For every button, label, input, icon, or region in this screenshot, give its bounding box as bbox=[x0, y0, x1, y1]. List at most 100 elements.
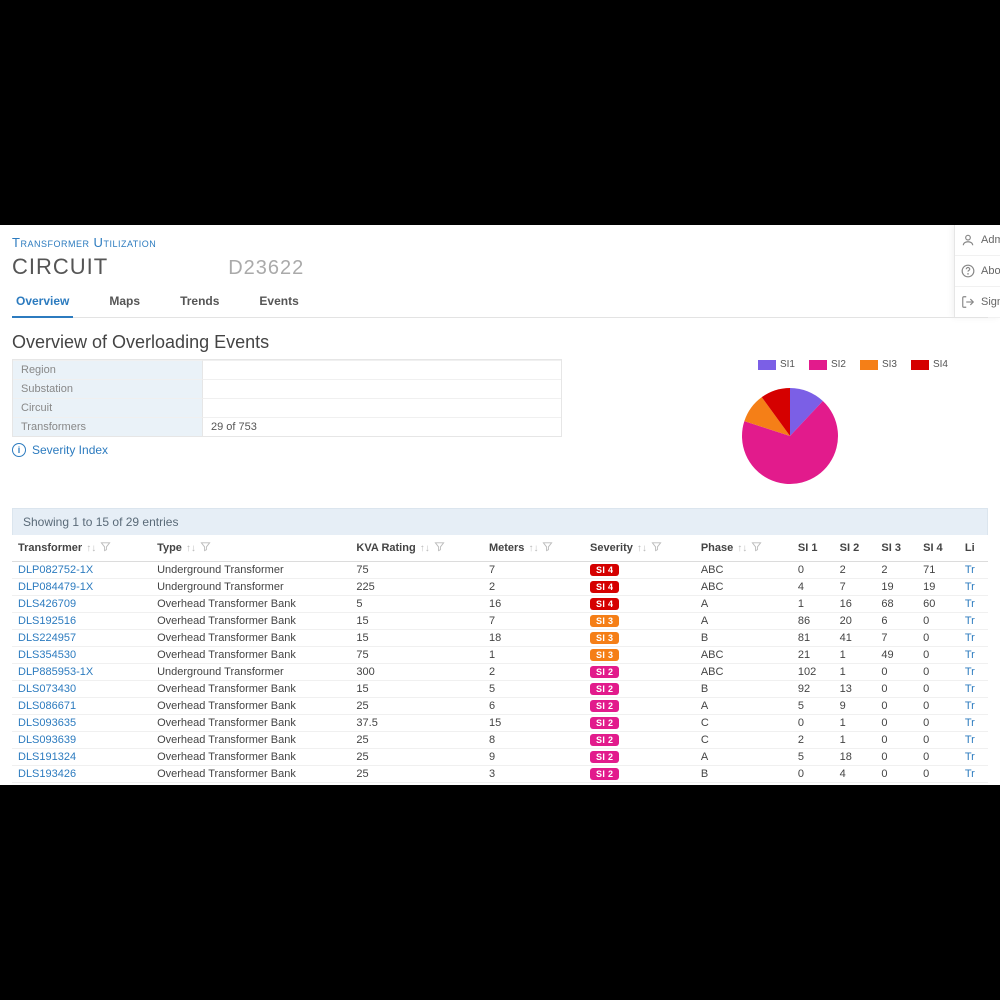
sort-icon[interactable]: ↑↓ bbox=[86, 543, 96, 554]
severity-badge: SI 4 bbox=[590, 598, 619, 610]
filter-icon[interactable] bbox=[434, 541, 445, 555]
cell-si1: 0 bbox=[792, 766, 834, 783]
summary-label: Region bbox=[13, 360, 203, 379]
cell-kva: 37.5 bbox=[350, 715, 483, 732]
transformer-link[interactable]: DLS354530 bbox=[18, 649, 76, 661]
legend-item-si2[interactable]: SI2 bbox=[809, 359, 846, 370]
filter-icon[interactable] bbox=[751, 541, 762, 555]
row-link[interactable]: Tr bbox=[965, 683, 975, 695]
row-link[interactable]: Tr bbox=[965, 564, 975, 576]
filter-icon[interactable] bbox=[542, 541, 553, 555]
cell-type: Overhead Transformer Bank bbox=[151, 647, 350, 664]
info-icon: i bbox=[12, 443, 26, 457]
cell-si2: 4 bbox=[834, 766, 876, 783]
cell-kva: 225 bbox=[350, 579, 483, 596]
chart-legend: SI1 SI2 SI3 SI4 bbox=[758, 359, 988, 370]
cell-si3: 0 bbox=[875, 681, 917, 698]
breadcrumb[interactable]: Transformer Utilization bbox=[12, 235, 988, 250]
transformer-link[interactable]: DLP082752-1X bbox=[18, 564, 93, 576]
tab-events[interactable]: Events bbox=[255, 294, 302, 317]
legend-item-si1[interactable]: SI1 bbox=[758, 359, 795, 370]
filter-icon[interactable] bbox=[651, 541, 662, 555]
transformer-link[interactable]: DLS093639 bbox=[18, 734, 76, 746]
col-severity[interactable]: Severity↑↓ bbox=[584, 535, 695, 562]
transformer-link[interactable]: DLS193426 bbox=[18, 768, 76, 780]
transformer-link[interactable]: DLS224957 bbox=[18, 632, 76, 644]
cell-meters: 16 bbox=[483, 596, 584, 613]
row-link[interactable]: Tr bbox=[965, 581, 975, 593]
tab-overview[interactable]: Overview bbox=[12, 294, 73, 318]
transformer-link[interactable]: DLS192516 bbox=[18, 615, 76, 627]
filter-icon[interactable] bbox=[100, 541, 111, 555]
row-link[interactable]: Tr bbox=[965, 666, 975, 678]
transformer-link[interactable]: DLP885953-1X bbox=[18, 666, 93, 678]
sort-icon[interactable]: ↑↓ bbox=[528, 543, 538, 554]
legend-item-si4[interactable]: SI4 bbox=[911, 359, 948, 370]
row-link[interactable]: Tr bbox=[965, 649, 975, 661]
transformer-link[interactable]: DLP084479-1X bbox=[18, 581, 93, 593]
severity-index-link[interactable]: i Severity Index bbox=[12, 443, 562, 457]
pie-chart[interactable] bbox=[710, 376, 870, 496]
cell-si3: 0 bbox=[875, 783, 917, 786]
cell-type: Overhead Transformer Bank bbox=[151, 766, 350, 783]
page-title-row: CIRCUIT D23622 bbox=[12, 254, 988, 280]
cell-kva: 25 bbox=[350, 749, 483, 766]
col-si-4[interactable]: SI 4 bbox=[917, 535, 959, 562]
col-si-1[interactable]: SI 1 bbox=[792, 535, 834, 562]
transformer-link[interactable]: DLS073430 bbox=[18, 683, 76, 695]
row-link[interactable]: Tr bbox=[965, 751, 975, 763]
table-row: DLS093639Overhead Transformer Bank258SI … bbox=[12, 732, 988, 749]
legend-label: SI1 bbox=[780, 359, 795, 370]
col-type[interactable]: Type↑↓ bbox=[151, 535, 350, 562]
cell-kva: 25 bbox=[350, 766, 483, 783]
severity-badge: SI 3 bbox=[590, 649, 619, 661]
cell-type: Underground Transformer bbox=[151, 562, 350, 579]
cell-type: Overhead Transformer Bank bbox=[151, 783, 350, 786]
col-li[interactable]: Li bbox=[959, 535, 988, 562]
sort-icon[interactable]: ↑↓ bbox=[186, 543, 196, 554]
legend-item-si3[interactable]: SI3 bbox=[860, 359, 897, 370]
filter-icon[interactable] bbox=[200, 541, 211, 555]
chart-area: SI1 SI2 SI3 SI4 bbox=[592, 359, 988, 496]
cell-si2: 2 bbox=[834, 562, 876, 579]
cell-si1: 81 bbox=[792, 630, 834, 647]
col-label: SI 1 bbox=[798, 542, 818, 554]
col-si-3[interactable]: SI 3 bbox=[875, 535, 917, 562]
tab-maps[interactable]: Maps bbox=[105, 294, 144, 317]
cell-meters: 6 bbox=[483, 698, 584, 715]
cell-meters: 8 bbox=[483, 732, 584, 749]
table-row: DLP084479-1XUnderground Transformer2252S… bbox=[12, 579, 988, 596]
cell-kva: 15 bbox=[350, 681, 483, 698]
col-si-2[interactable]: SI 2 bbox=[834, 535, 876, 562]
cell-si4: 0 bbox=[917, 630, 959, 647]
severity-badge: SI 4 bbox=[590, 581, 619, 593]
row-link[interactable]: Tr bbox=[965, 632, 975, 644]
sort-icon[interactable]: ↑↓ bbox=[737, 543, 747, 554]
row-link[interactable]: Tr bbox=[965, 700, 975, 712]
row-link[interactable]: Tr bbox=[965, 734, 975, 746]
tab-trends[interactable]: Trends bbox=[176, 294, 223, 317]
cell-si1: 5 bbox=[792, 698, 834, 715]
transformer-link[interactable]: DLS093635 bbox=[18, 717, 76, 729]
row-link[interactable]: Tr bbox=[965, 717, 975, 729]
col-meters[interactable]: Meters↑↓ bbox=[483, 535, 584, 562]
cell-si1: 4 bbox=[792, 579, 834, 596]
row-link[interactable]: Tr bbox=[965, 615, 975, 627]
transformer-link[interactable]: DLS426709 bbox=[18, 598, 76, 610]
sort-icon[interactable]: ↑↓ bbox=[637, 543, 647, 554]
col-phase[interactable]: Phase↑↓ bbox=[695, 535, 792, 562]
sort-icon[interactable]: ↑↓ bbox=[420, 543, 430, 554]
transformer-link[interactable]: DLS191324 bbox=[18, 751, 76, 763]
row-link[interactable]: Tr bbox=[965, 768, 975, 780]
severity-badge: SI 2 bbox=[590, 717, 619, 729]
cell-phase: C bbox=[695, 732, 792, 749]
col-kva-rating[interactable]: KVA Rating↑↓ bbox=[350, 535, 483, 562]
summary-value bbox=[203, 360, 561, 379]
col-label: SI 2 bbox=[840, 542, 860, 554]
transformer-link[interactable]: DLS086671 bbox=[18, 700, 76, 712]
cell-si2: 3 bbox=[834, 783, 876, 786]
col-transformer[interactable]: Transformer↑↓ bbox=[12, 535, 151, 562]
row-link[interactable]: Tr bbox=[965, 598, 975, 610]
cell-type: Overhead Transformer Bank bbox=[151, 681, 350, 698]
cell-meters: 10 bbox=[483, 783, 584, 786]
